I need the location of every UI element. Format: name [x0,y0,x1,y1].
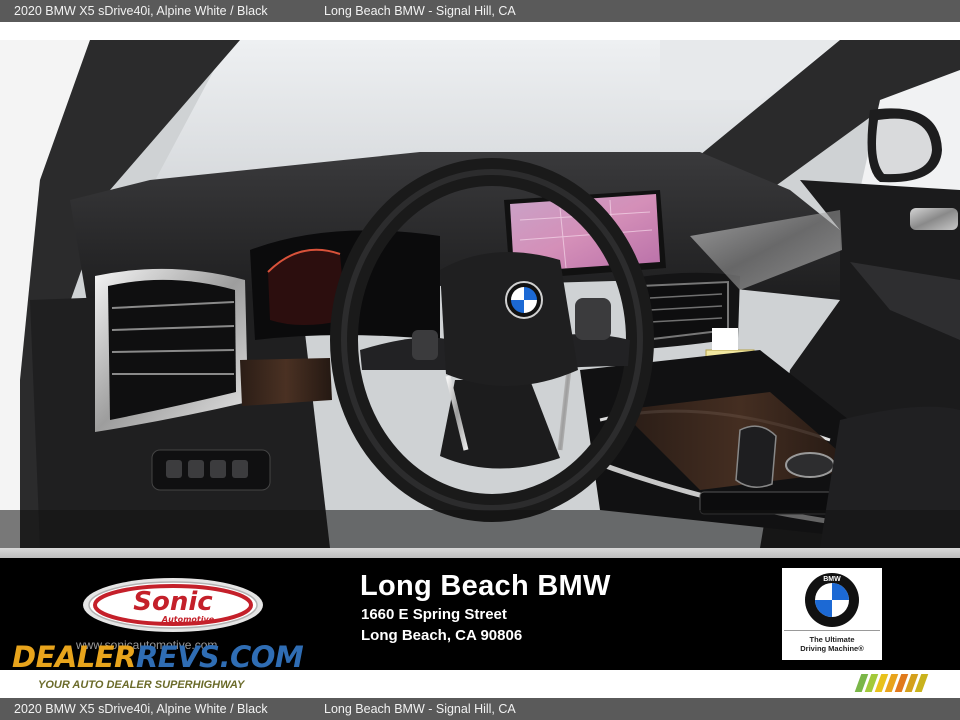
caption-bar-top: 2020 BMW X5 sDrive40i, Alpine White / Bl… [0,0,960,22]
bmw-roundel-letters: BMW [823,576,841,583]
bmw-tagline-line2: Driving Machine® [800,644,864,653]
caption-bar-bottom: 2020 BMW X5 sDrive40i, Alpine White / Bl… [0,698,960,720]
sonic-logo-text: Sonic [133,587,213,617]
vehicle-caption-bottom: 2020 BMW X5 sDrive40i, Alpine White / Bl… [14,702,268,716]
bmw-tagline: The Ultimate Driving Machine® [782,635,882,653]
sonic-logo-subtext: Automotive [161,615,215,624]
dealerrevs-logo-part2: REVS [135,640,220,674]
dealerrevs-tagline: YOUR AUTO DEALER SUPERHIGHWAY [38,679,245,691]
bmw-card-rule [784,630,880,631]
dealer-city: Long Beach, CA 90806 [361,627,523,644]
dealer-street: 1660 E Spring Street [361,606,507,623]
bmw-tagline-line1: The Ultimate [809,635,855,644]
dealerrevs-logo-part1: DEALER [12,640,136,674]
interior-photo [0,40,960,548]
sonic-automotive-logo-icon: Sonic Automotive [83,578,263,632]
interior-illustration [0,40,960,548]
divider-strip [0,548,960,558]
vehicle-caption: 2020 BMW X5 sDrive40i, Alpine White / Bl… [14,4,268,18]
dealer-name: Long Beach BMW [360,570,611,602]
bmw-roundel-icon: BMW [805,573,859,627]
dealerrevs-logo: DEALERREVS.COM [12,640,304,674]
bmw-steering-badge-icon [505,281,543,319]
wm-stripes-logo-icon [854,674,929,692]
dealer-location-caption: Long Beach BMW - Signal Hill, CA [324,4,516,18]
dealer-location-caption-bottom: Long Beach BMW - Signal Hill, CA [324,702,516,716]
dealerrevs-logo-suffix: .COM [219,640,304,674]
bmw-card: BMW The Ultimate Driving Machine® [782,568,882,660]
